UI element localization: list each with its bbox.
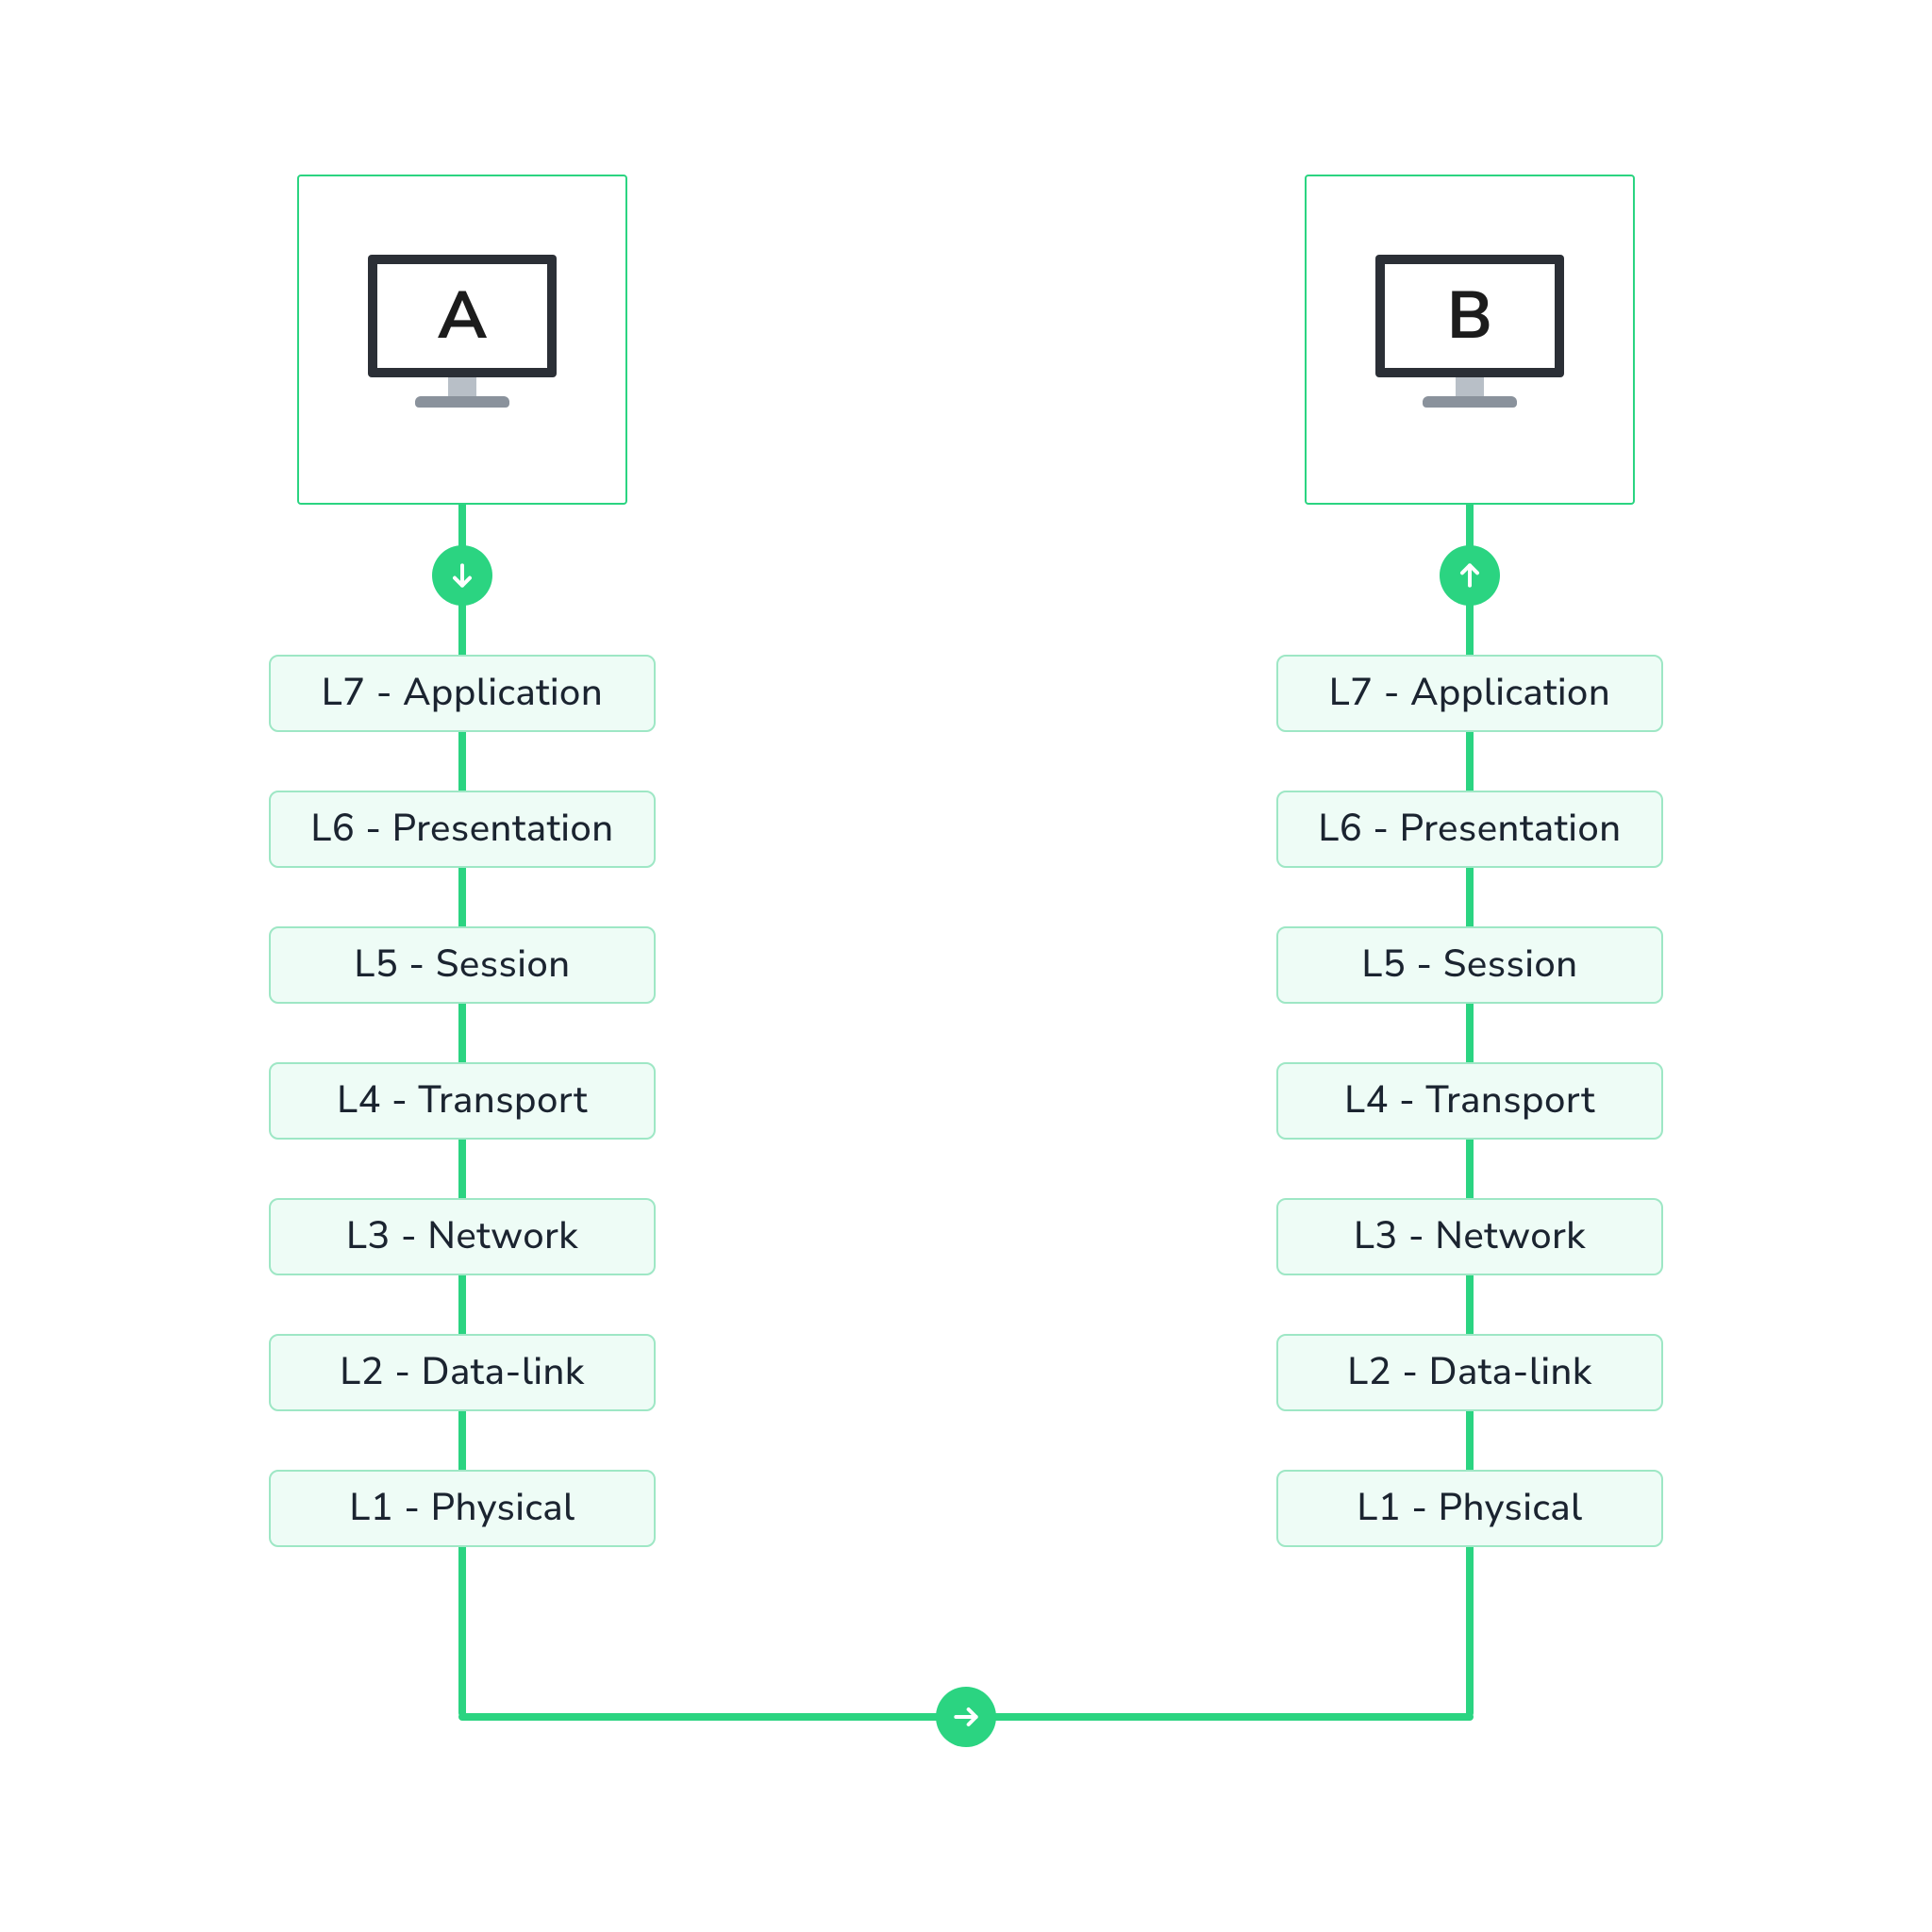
arrow-down-icon [432,545,492,606]
node-a-box: A [297,175,627,505]
layer-a-6: L6 - Presentation [269,791,656,868]
layer-b-5: L5 - Session [1276,926,1663,1004]
layer-b-4: L4 - Transport [1276,1062,1663,1140]
layer-a-2: L2 - Data-link [269,1334,656,1411]
arrow-up-icon [1440,545,1500,606]
computer-icon: A [368,255,557,425]
computer-icon: B [1375,255,1564,425]
arrow-right-icon [936,1687,996,1747]
layer-a-1: L1 - Physical [269,1470,656,1547]
layer-a-4: L4 - Transport [269,1062,656,1140]
layer-b-6: L6 - Presentation [1276,791,1663,868]
node-b-label: B [1385,264,1555,368]
layer-b-2: L2 - Data-link [1276,1334,1663,1411]
layer-b-1: L1 - Physical [1276,1470,1663,1547]
node-b-box: B [1305,175,1635,505]
osi-diagram: A B L7 - Application [0,0,1932,1932]
layer-a-3: L3 - Network [269,1198,656,1275]
node-a-label: A [377,264,547,368]
layer-a-5: L5 - Session [269,926,656,1004]
layer-b-3: L3 - Network [1276,1198,1663,1275]
layer-a-7: L7 - Application [269,655,656,732]
layer-b-7: L7 - Application [1276,655,1663,732]
